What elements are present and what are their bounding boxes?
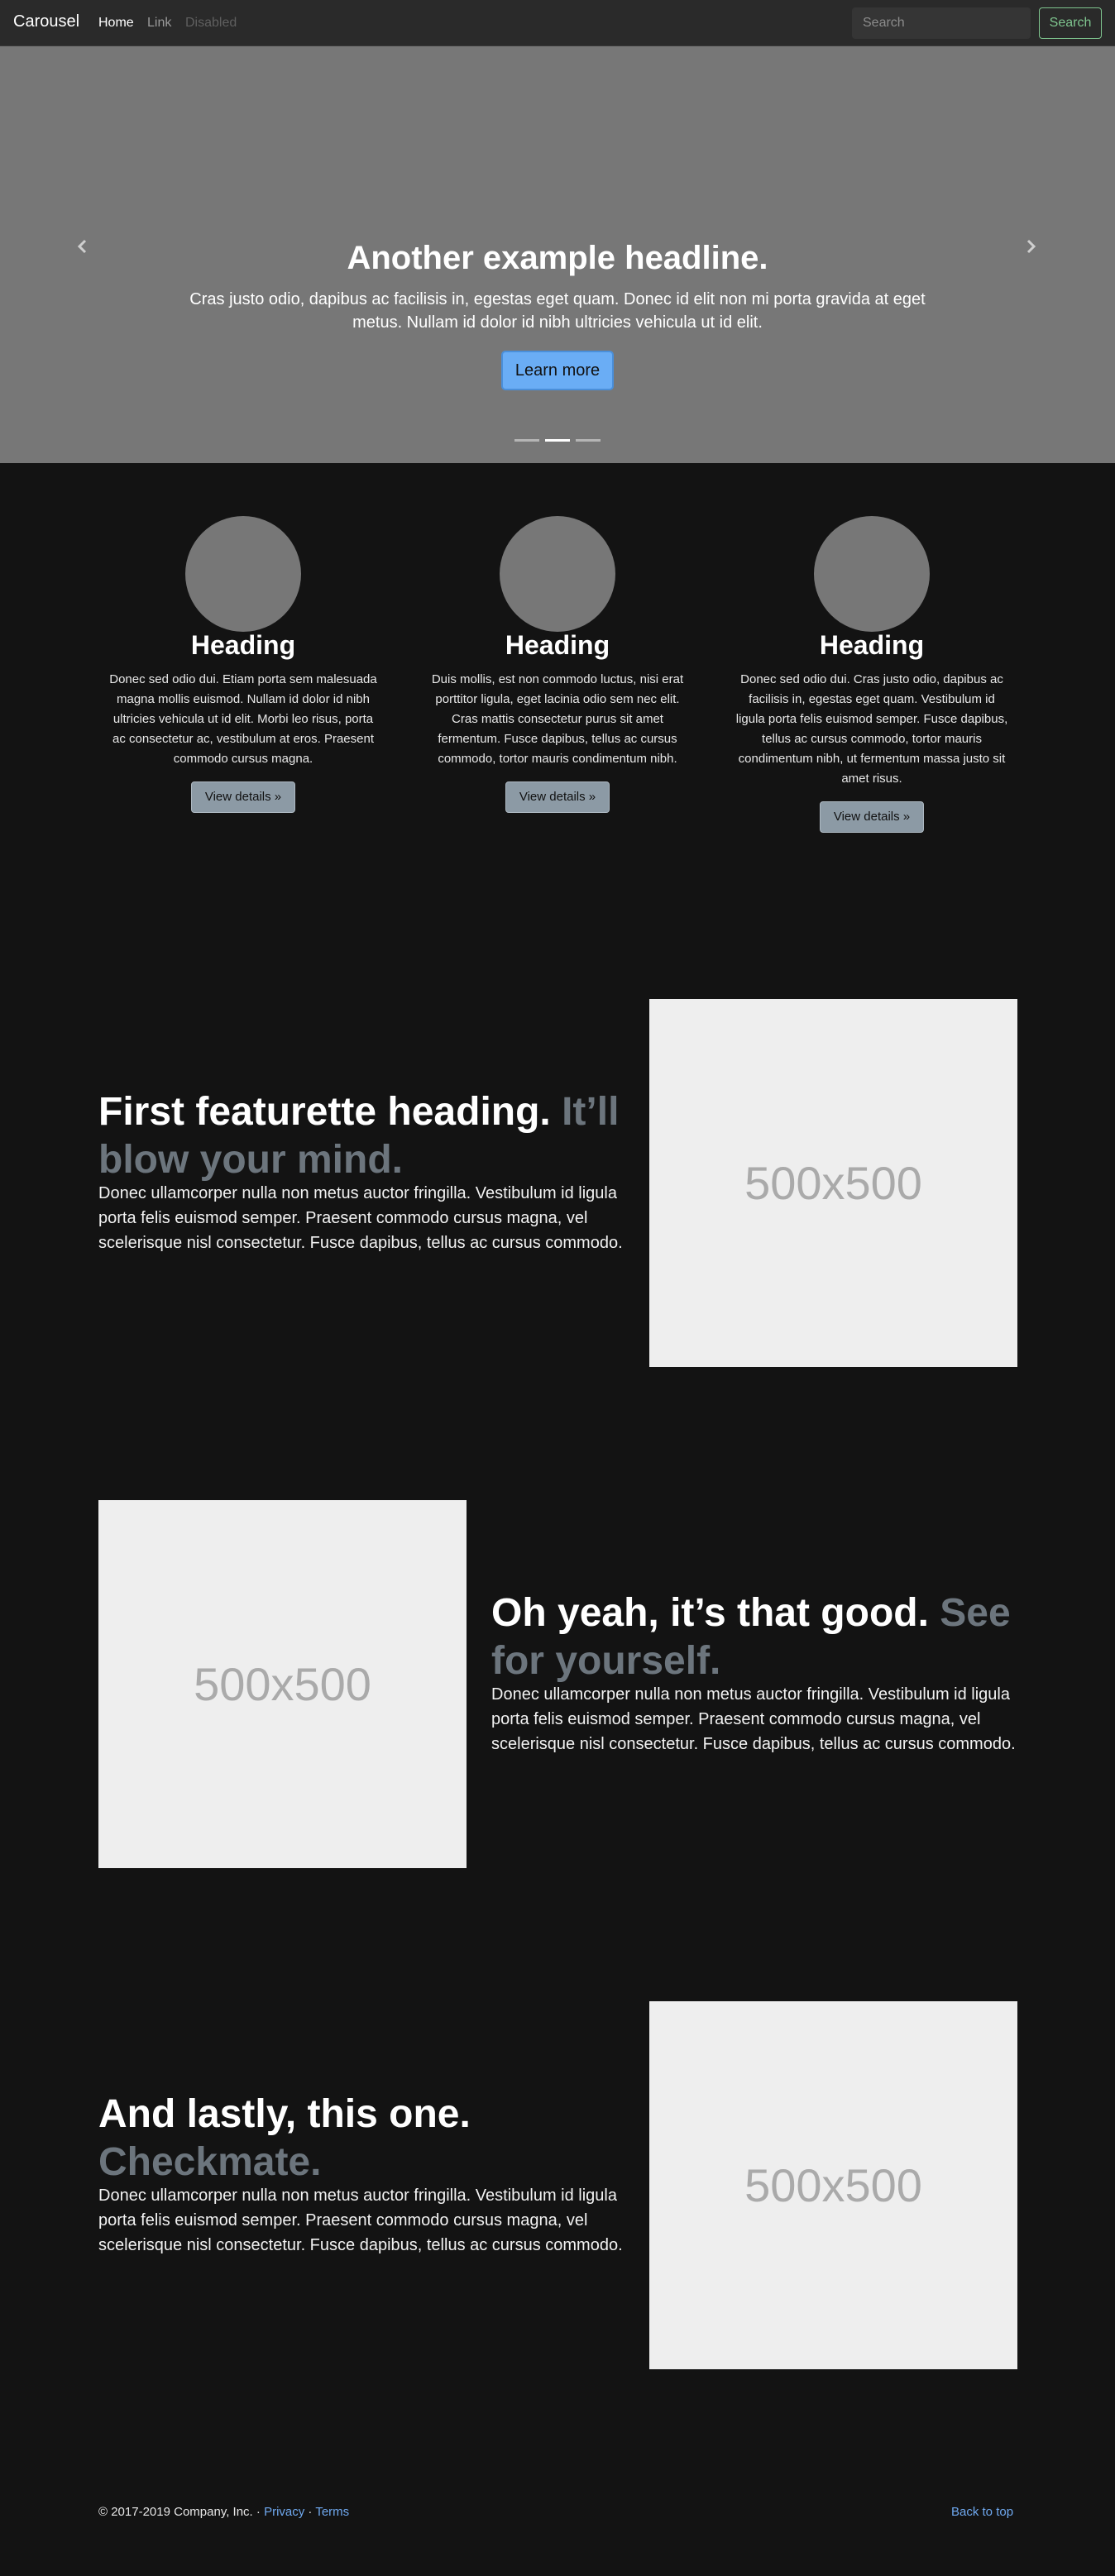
footer-separator: · — [308, 2505, 313, 2519]
search-button[interactable]: Search — [1039, 7, 1102, 39]
back-to-top-link[interactable]: Back to top — [951, 2505, 1013, 2519]
column-text-1: Donec sed odio dui. Etiam porta sem male… — [109, 672, 377, 766]
column-text-2: Duis mollis, est non commodo luctus, nis… — [431, 672, 684, 766]
featurette-heading-3-main: And lastly, this one. — [98, 2092, 471, 2136]
carousel-indicator-2[interactable] — [545, 439, 570, 442]
featurette-text-1: Donec ullamcorper nulla non metus auctor… — [98, 1184, 623, 1252]
placeholder-circle-2 — [500, 516, 615, 632]
featurette-heading-3-muted: Checkmate. — [98, 2140, 322, 2184]
featurette-heading-3: And lastly, this one. Checkmate. — [98, 2091, 628, 2186]
featurette-heading-2: Oh yeah, it’s that good. See for yoursel… — [491, 1589, 1037, 1685]
featurette-heading-1: First featurette heading. It’ll blow you… — [98, 1088, 644, 1184]
placeholder-circle-1 — [185, 516, 301, 632]
search-input[interactable] — [852, 7, 1031, 39]
featurette-text-3: Donec ullamcorper nulla non metus auctor… — [98, 2186, 623, 2254]
terms-link[interactable]: Terms — [315, 2505, 349, 2519]
view-details-button-3[interactable]: View details » — [820, 801, 924, 833]
carousel-indicator-3[interactable] — [576, 439, 601, 442]
carousel-caption: Cras justo odio, dapibus ac facilisis in… — [189, 290, 926, 332]
featurette-image-1: 500x500 — [649, 999, 1017, 1367]
carousel-heading: Another example headline. — [347, 240, 768, 276]
nav-link-home[interactable]: Home — [98, 16, 134, 31]
navbar-brand[interactable]: Carousel — [13, 12, 79, 31]
footer-copyright: © 2017-2019 Company, Inc. · Privacy · Te… — [98, 2505, 349, 2519]
column-heading-1: Heading — [190, 630, 296, 660]
learn-more-button[interactable]: Learn more — [501, 351, 614, 390]
carousel: Another example headline. Cras justo odi… — [0, 46, 1115, 463]
privacy-link[interactable]: Privacy — [264, 2505, 304, 2519]
featurette-heading-2-main: Oh yeah, it’s that good. — [491, 1591, 929, 1635]
column-heading-3: Heading — [819, 630, 925, 660]
column-heading-2: Heading — [505, 630, 610, 660]
carousel-indicator-1[interactable] — [514, 439, 539, 442]
view-details-button-1[interactable]: View details » — [191, 781, 295, 813]
copyright-text: © 2017-2019 Company, Inc. · — [98, 2505, 261, 2519]
featurette-image-3: 500x500 — [649, 2001, 1017, 2369]
navbar: Carousel Home Link Disabled Search — [0, 0, 1115, 46]
featurette-text-2: Donec ullamcorper nulla non metus auctor… — [491, 1685, 1016, 1753]
column-text-3: Donec sed odio dui. Cras justo odio, dap… — [735, 672, 1008, 786]
nav-link-disabled: Disabled — [185, 16, 237, 30]
view-details-button-2[interactable]: View details » — [505, 781, 610, 813]
featurette-image-2: 500x500 — [98, 1500, 467, 1868]
featurette-heading-1-main: First featurette heading. — [98, 1090, 551, 1134]
placeholder-circle-3 — [814, 516, 930, 632]
nav-link-link[interactable]: Link — [147, 16, 171, 31]
